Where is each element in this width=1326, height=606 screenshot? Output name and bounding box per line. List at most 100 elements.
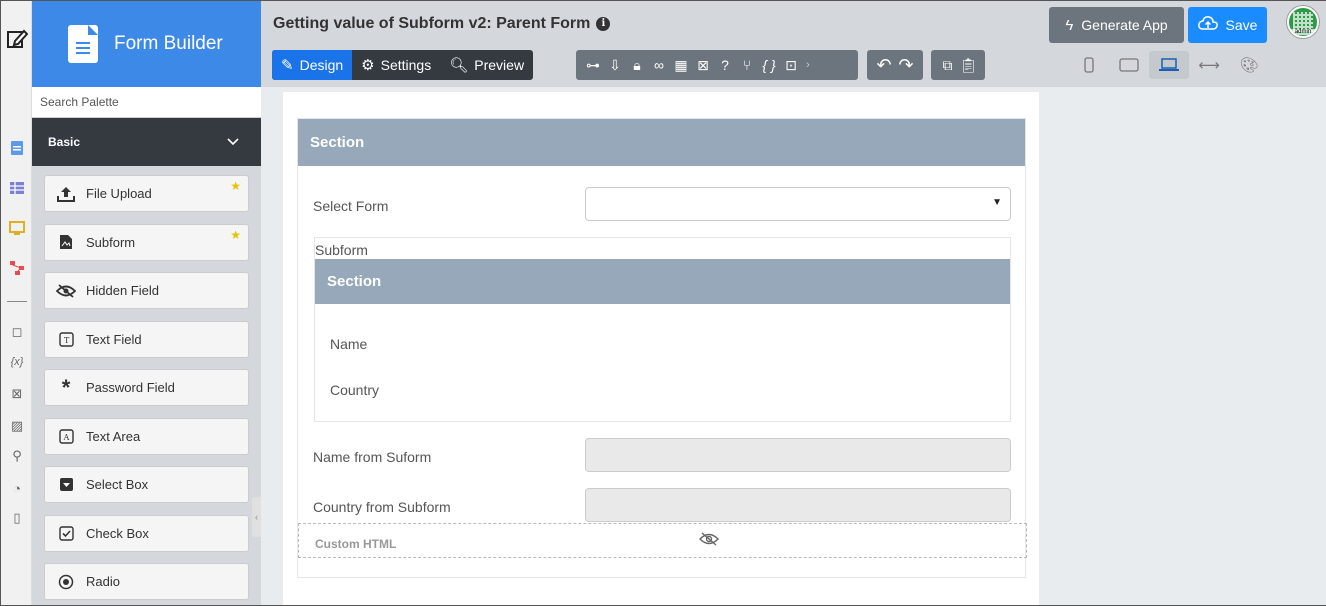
device-preview-toggles: ⟷ 🎨︎	[1069, 51, 1269, 79]
palette-item-label: Password Field	[86, 380, 175, 395]
country-from-subform-input[interactable]	[585, 488, 1011, 522]
mobile-view-icon[interactable]	[1069, 51, 1109, 79]
laptop-view-icon[interactable]	[1149, 51, 1189, 79]
note-icon[interactable]: ◻	[8, 323, 26, 341]
tab-label: Design	[299, 57, 344, 73]
form-icon[interactable]	[8, 139, 26, 157]
performance-icon[interactable]: ◔	[8, 479, 26, 497]
category-label: Basic	[48, 135, 81, 149]
redo-icon[interactable]: ↷	[896, 55, 916, 76]
subform-label: Subform	[315, 242, 368, 258]
tab-design[interactable]: ✎ Design	[272, 50, 353, 80]
name-from-subform-label: Name from Suform	[313, 449, 432, 465]
variable-icon[interactable]: {x}	[8, 353, 26, 371]
datalist-icon[interactable]	[8, 179, 26, 197]
palette-theme-icon[interactable]: 🎨︎	[1229, 51, 1269, 79]
generate-app-button[interactable]: ϟ Generate App	[1049, 7, 1184, 43]
subform-country-label: Country	[330, 382, 380, 398]
left-icon-rail: ◻ {x} ⊠ ▨ ⚲ ◔ ▯	[1, 1, 32, 605]
eye-slash-icon	[699, 531, 719, 551]
palette-item-subform[interactable]: Subform ★	[44, 223, 249, 261]
tablet-view-icon[interactable]	[1109, 51, 1149, 79]
cloud-upload-icon	[1197, 16, 1218, 34]
subform-element[interactable]: Subform Section Name Country	[314, 237, 1011, 422]
palette-item-hidden-field[interactable]: Hidden Field	[44, 272, 249, 309]
paste-icon[interactable]: 📋︎	[959, 57, 978, 74]
docs-icon[interactable]: ▯	[8, 509, 26, 527]
edit-icon[interactable]	[5, 27, 29, 51]
text-area-icon: A	[55, 427, 77, 445]
lock-icon[interactable]: 🔒︎	[627, 57, 647, 74]
select-box-icon	[55, 476, 77, 494]
gear-icon: ⚙	[361, 57, 375, 74]
info-icon[interactable]: i	[596, 17, 611, 31]
userview-icon[interactable]	[8, 219, 26, 237]
mode-tabs: ✎ Design ⚙ Settings 🔍︎ Preview	[272, 50, 534, 80]
palette-item-label: Check Box	[86, 525, 149, 541]
palette-item-text-area[interactable]: A Text Area	[44, 417, 249, 455]
palette-item-label: Hidden Field	[86, 283, 159, 298]
palette-item-file-upload[interactable]: File Upload ★	[44, 175, 249, 212]
subform-section-header: Section	[315, 259, 1010, 304]
name-from-subform-input[interactable]	[585, 438, 1011, 472]
svg-text:A: A	[62, 433, 69, 442]
palette-collapse-handle[interactable]: ‹	[252, 497, 261, 537]
tab-label: Preview	[474, 57, 525, 73]
page-title-text: Getting value of Subform v2: Parent Form	[273, 15, 591, 32]
palette-item-label: Subform	[86, 234, 136, 250]
palette-category-basic[interactable]: Basic	[32, 118, 261, 166]
form-canvas: Section Select Form ▼ Subform Section Na…	[283, 92, 1039, 605]
code-braces-icon[interactable]: { }	[759, 57, 779, 73]
full-width-icon[interactable]: ⟷	[1189, 51, 1229, 79]
camera-icon[interactable]: ⊡	[781, 57, 801, 74]
eye-slash-icon	[55, 282, 77, 300]
process-icon[interactable]	[8, 259, 26, 277]
page-title: Getting value of Subform v2: Parent Form…	[273, 15, 611, 33]
subform-name-label: Name	[330, 336, 368, 352]
copy-icon[interactable]: ⧉	[938, 57, 957, 74]
palette-item-select-box[interactable]: Select Box	[44, 466, 249, 503]
subform-section-title: Section	[327, 273, 382, 290]
plugin-icon[interactable]: ⚲	[8, 447, 26, 465]
translate-icon[interactable]: ⊠	[8, 385, 26, 403]
custom-html-element[interactable]: Custom HTML	[298, 523, 1027, 558]
palette-search-input[interactable]: Search Palette	[32, 87, 261, 118]
preview-icon: 🔍︎	[449, 57, 469, 74]
save-button[interactable]: Save	[1188, 7, 1267, 43]
copy-paste-group: ⧉ 📋︎	[931, 50, 985, 80]
branch-icon[interactable]: ⑂	[737, 57, 757, 73]
palette-item-label: Select Box	[86, 477, 149, 492]
tab-settings[interactable]: ⚙ Settings	[352, 50, 440, 80]
radio-icon	[55, 573, 77, 591]
report-icon[interactable]: ▨	[8, 417, 26, 435]
form-palette: Form Builder Search Palette Basic File U…	[32, 1, 261, 605]
save-label: Save	[1225, 17, 1258, 33]
palette-item-password-field[interactable]: * Password Field	[44, 369, 249, 406]
subform-icon	[55, 233, 77, 251]
asterisk-icon: *	[61, 374, 71, 400]
palette-item-radio[interactable]: Radio	[44, 563, 249, 600]
palette-item-label: Text Field	[86, 331, 142, 347]
table-icon[interactable]: ▦	[671, 57, 691, 74]
form-section[interactable]: Section Select Form ▼ Subform Section Na…	[297, 118, 1027, 578]
binoculars-icon[interactable]: ∞	[649, 57, 669, 73]
undo-icon[interactable]: ↶	[874, 55, 894, 76]
custom-html-label: Custom HTML	[315, 537, 397, 551]
chevron-down-icon	[227, 138, 239, 146]
chevron-right-icon[interactable]: ›	[803, 59, 813, 71]
import-icon[interactable]: ⇩	[605, 57, 625, 74]
design-tools-icon: ✎	[281, 57, 294, 74]
translate-icon[interactable]: ⊠	[693, 57, 713, 74]
help-icon[interactable]: ?	[715, 57, 735, 73]
chevron-down-icon: ▼	[992, 197, 1002, 208]
select-form-dropdown[interactable]: ▼	[585, 187, 1011, 221]
avatar[interactable]: admin	[1287, 6, 1319, 38]
palette-item-label: Text Area	[86, 428, 141, 444]
palette-item-check-box[interactable]: Check Box	[44, 514, 249, 552]
avatar-text: admin	[1289, 29, 1317, 35]
palette-item-text-field[interactable]: T Text Field	[44, 320, 249, 358]
tree-icon[interactable]: ⊶	[583, 57, 603, 74]
palette-title: Form Builder	[114, 33, 223, 54]
tab-preview[interactable]: 🔍︎ Preview	[440, 50, 533, 80]
select-form-label: Select Form	[313, 198, 389, 214]
